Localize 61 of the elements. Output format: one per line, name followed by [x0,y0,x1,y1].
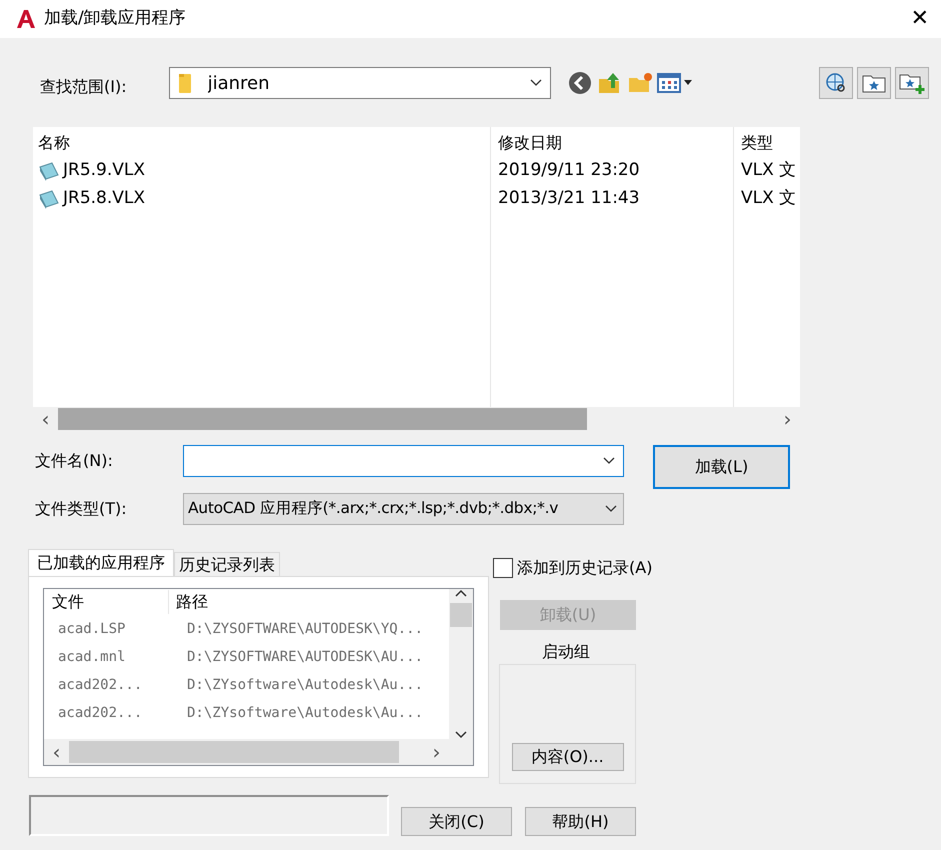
file-icon [38,161,60,181]
column-header[interactable]: 名称 [33,127,490,157]
location-value: jianren [208,72,271,96]
column-header[interactable]: 文件 [44,590,169,614]
dialog-button[interactable]: 关闭(C) [401,807,512,836]
app-logo-icon [16,9,36,29]
file-name-field[interactable] [183,445,624,477]
chevron-down-icon [603,457,615,465]
back-icon[interactable] [566,70,593,96]
file-type: VLX 文 [733,185,800,213]
scroll-left-button[interactable]: ‹ [44,742,69,762]
location-dropdown[interactable]: jianren [168,67,551,99]
star-folder-icon [862,73,886,93]
favorites-button[interactable] [857,67,891,99]
checkbox-label: 添加到历史记录(A) [517,557,652,579]
app-file-name[interactable]: acad202... [44,702,174,724]
chevron-down-icon [530,79,542,87]
column-header[interactable]: 修改日期 [490,127,733,157]
window-title: 加载/卸载应用程序 [44,7,187,30]
field-label: 文件类型(T): [35,498,128,520]
star-folder-plus-icon [899,72,925,94]
scrollbar-thumb[interactable] [450,603,472,627]
scroll-right-button[interactable]: › [424,742,449,762]
file-date: 2019/9/11 23:20 [490,157,733,185]
app-path: D:\ZYSOFTWARE\AUTODESK\YQ... [186,620,424,638]
file-type-dropdown[interactable]: AutoCAD 应用程序(*.arx;*.crx;*.lsp;*.dvb;*.dbx;*.v [183,493,624,525]
app-path: D:\ZYSOFTWARE\AUTODESK\AU... [186,648,424,666]
app-path: D:\ZYsoftware\Autodesk\Au... [186,704,424,722]
app-file-name[interactable]: acad202... [44,674,174,696]
scroll-left-button[interactable]: ‹ [33,409,58,429]
group-title: 启动组 [542,641,591,663]
file-icon [38,189,60,209]
app-path: D:\ZYsoftware\Autodesk\Au... [186,676,424,694]
scrollbar-thumb[interactable] [69,741,399,763]
tab[interactable]: 已加载的应用程序 [28,549,174,576]
folder-icon [178,72,192,94]
file-type: VLX 文 [733,157,800,185]
add-favorite-button[interactable] [895,67,929,99]
contents-button[interactable]: 内容(O)... [512,743,624,771]
scrollbar-thumb[interactable] [58,408,587,430]
scroll-down-icon[interactable] [455,731,467,739]
column-header[interactable]: 类型 [733,127,800,157]
app-file-name[interactable]: acad.LSP [44,618,174,640]
checkbox[interactable] [493,558,513,578]
load-button[interactable]: 加载(L) [653,445,790,489]
app-file-name[interactable]: acad.mnl [44,646,174,668]
scroll-up-icon[interactable] [455,589,467,597]
close-button[interactable]: ✕ [906,8,933,30]
chevron-down-icon [605,505,617,513]
globe-icon [825,72,847,94]
column-header[interactable]: 路径 [169,590,208,614]
file-name[interactable]: JR5.8.VLX [63,186,146,212]
file-name[interactable]: JR5.9.VLX [63,158,146,184]
view-menu-icon[interactable] [656,72,693,94]
dialog-button[interactable]: 帮助(H) [525,807,636,836]
field-label: 查找范围(I): [40,76,127,98]
scroll-right-button[interactable]: › [775,409,800,429]
tab[interactable]: 历史记录列表 [174,552,280,576]
web-search-button[interactable] [819,67,853,99]
file-date: 2013/3/21 11:43 [490,185,733,213]
field-label: 文件名(N): [35,450,114,472]
